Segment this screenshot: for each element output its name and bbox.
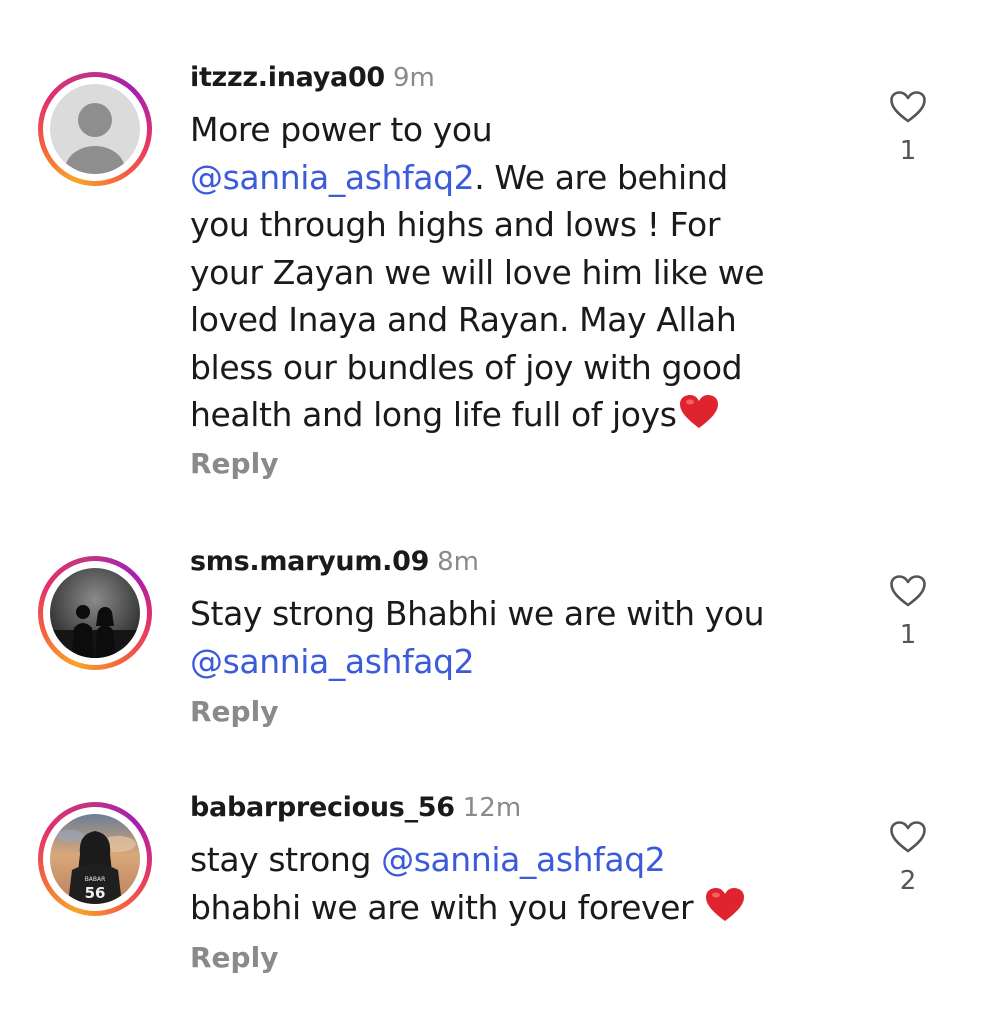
- username[interactable]: sms.maryum.09: [190, 546, 429, 577]
- couple-silhouette-photo-icon: [50, 568, 140, 658]
- svg-text:BABAR: BABAR: [85, 876, 106, 883]
- jersey-56-photo-icon: BABAR 56: [50, 814, 140, 904]
- timestamp: 12m: [462, 793, 522, 823]
- username[interactable]: itzzz.inaya00: [190, 62, 385, 93]
- timestamp: 9m: [392, 63, 435, 93]
- avatar[interactable]: BABAR 56: [38, 802, 152, 916]
- comment-text: Stay strong Bhabhi we are with you @sann…: [190, 594, 765, 681]
- mention-link[interactable]: @sannia_ashfaq2: [190, 158, 475, 197]
- reply-button[interactable]: Reply: [190, 940, 278, 976]
- red-heart-emoji-icon: [679, 394, 719, 443]
- like-count: 2: [899, 866, 917, 896]
- avatar[interactable]: [38, 556, 152, 670]
- red-heart-emoji-icon: [705, 887, 745, 936]
- reply-button[interactable]: Reply: [190, 446, 278, 482]
- heart-outline-icon: [890, 91, 926, 123]
- mention-link[interactable]: @sannia_ashfaq2: [190, 642, 475, 681]
- username[interactable]: babarprecious_56: [190, 792, 455, 823]
- svg-text:56: 56: [85, 884, 106, 902]
- heart-outline-icon: [890, 575, 926, 607]
- like-button[interactable]: 2: [880, 820, 936, 896]
- default-avatar-icon: [50, 84, 140, 174]
- reply-button[interactable]: Reply: [190, 694, 278, 730]
- comment-text: stay strong @sannia_ashfaq2 bhabhi we ar…: [190, 836, 830, 935]
- mention-link[interactable]: @sannia_ashfaq2: [381, 840, 666, 879]
- like-count: 1: [899, 136, 917, 166]
- like-button[interactable]: 1: [880, 90, 936, 166]
- like-count: 1: [899, 620, 917, 650]
- heart-outline-icon: [890, 821, 926, 853]
- timestamp: 8m: [437, 547, 479, 577]
- comment-text: More power to you @sannia_ashfaq2. We ar…: [190, 106, 830, 443]
- avatar[interactable]: [38, 72, 152, 186]
- like-button[interactable]: 1: [880, 574, 936, 650]
